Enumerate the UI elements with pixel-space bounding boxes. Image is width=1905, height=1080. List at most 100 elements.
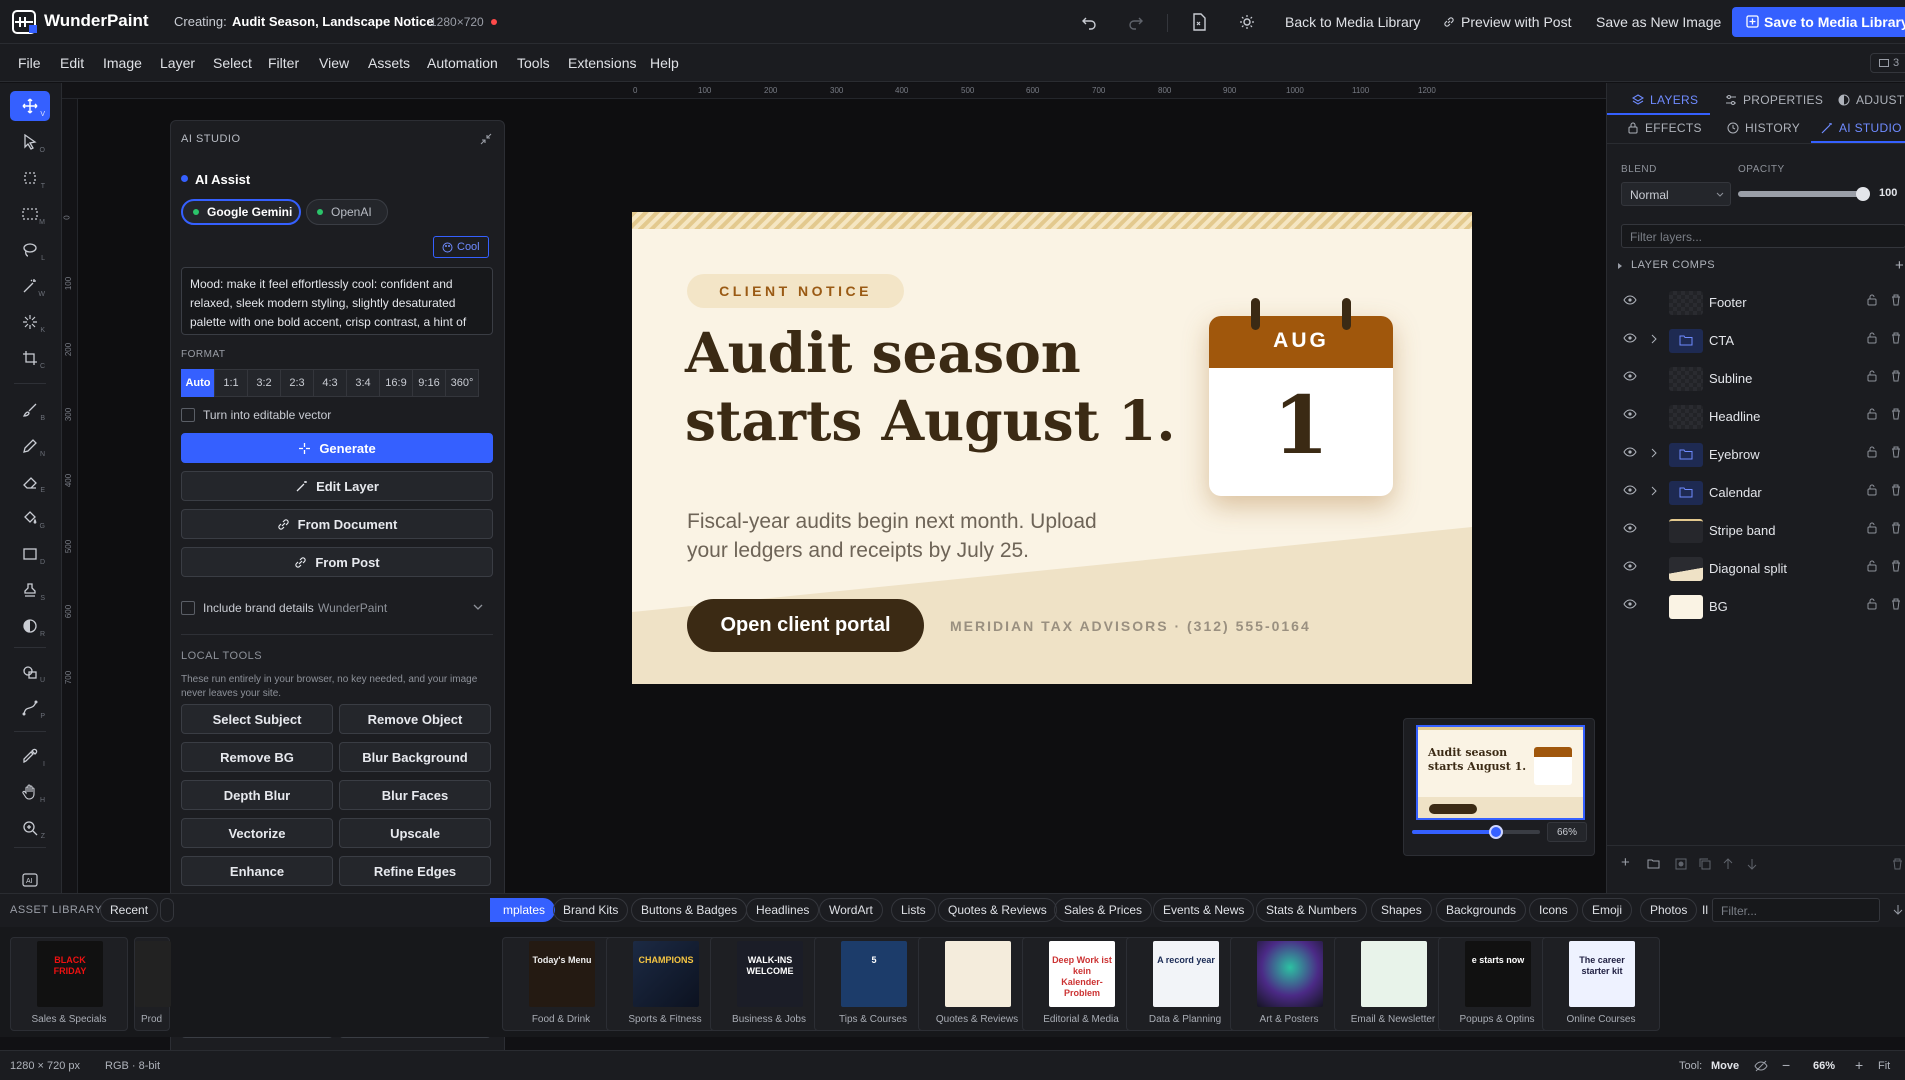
lock-icon[interactable] <box>1867 332 1877 344</box>
undo-icon[interactable] <box>1081 14 1097 30</box>
menu-filter[interactable]: Filter <box>268 55 299 71</box>
brush-tool[interactable]: B <box>10 395 50 425</box>
trash-icon[interactable] <box>1891 294 1901 306</box>
preview-with-post-button[interactable]: Preview with Post <box>1461 14 1571 30</box>
duplicate-icon[interactable] <box>1699 858 1711 870</box>
filter-layers-input[interactable]: Filter layers... <box>1621 224 1905 248</box>
asset-card-editorial-media[interactable]: Deep Work ist kein Kalender-Problem Edito… <box>1022 937 1140 1031</box>
edit-layer-button[interactable]: Edit Layer <box>181 471 493 501</box>
menu-select[interactable]: Select <box>213 55 252 71</box>
asset-card-popups-optins[interactable]: e starts now Popups & Optins <box>1438 937 1556 1031</box>
menu-assets[interactable]: Assets <box>368 55 410 71</box>
layer-row-headline[interactable]: Headline <box>1607 397 1905 435</box>
navigator-slider-handle[interactable] <box>1489 825 1504 839</box>
generate-button[interactable]: Generate <box>181 433 493 463</box>
visibility-eye-icon[interactable] <box>1623 561 1637 571</box>
chip-wordart[interactable]: WordArt <box>819 898 883 922</box>
crop-tool[interactable]: C <box>10 343 50 373</box>
menu-view[interactable]: View <box>319 55 349 71</box>
tab-properties[interactable]: PROPERTIES <box>1725 93 1823 107</box>
smart-select-tool[interactable]: K <box>10 307 50 337</box>
layer-row-footer[interactable]: Footer <box>1607 283 1905 321</box>
menu-extensions[interactable]: Extensions <box>568 55 636 71</box>
menu-automation[interactable]: Automation <box>427 55 498 71</box>
prompt-textarea[interactable]: Mood: make it feel effortlessly cool: co… <box>181 267 493 335</box>
local-tool-vectorize-button[interactable]: Vectorize <box>181 818 333 848</box>
chip-quotes-reviews[interactable]: Quotes & Reviews <box>938 898 1057 922</box>
fill-tool[interactable]: G <box>10 503 50 533</box>
chip-sales-prices[interactable]: Sales & Prices <box>1054 898 1153 922</box>
menu-tools[interactable]: Tools <box>517 55 550 71</box>
chip-templates[interactable]: mplates <box>490 898 556 922</box>
local-tool-remove-object-button[interactable]: Remove Object <box>339 704 491 734</box>
asset-card-email-newsletter[interactable]: Email & Newsletter <box>1334 937 1452 1031</box>
opacity-value[interactable]: 100 <box>1879 187 1897 199</box>
chevron-right-icon[interactable] <box>1651 486 1657 496</box>
crop-select-tool[interactable]: T <box>10 163 50 193</box>
chip-lists[interactable]: Lists <box>891 898 936 922</box>
asset-card-sports-fitness[interactable]: CHAMPIONS Sports & Fitness <box>606 937 724 1031</box>
lasso-tool[interactable]: L <box>10 235 50 265</box>
tab-ai-studio[interactable]: AI STUDIO <box>1811 111 1905 143</box>
asset-card-prod[interactable]: Prod <box>134 937 171 1031</box>
menu-file[interactable]: File <box>18 55 41 71</box>
format-3-2[interactable]: 3:2 <box>247 369 281 397</box>
lock-icon[interactable] <box>1867 294 1877 306</box>
asset-card-art-posters[interactable]: Art & Posters <box>1230 937 1348 1031</box>
collapse-panel-icon[interactable] <box>480 133 492 145</box>
provider-openai-button[interactable]: OpenAI <box>306 199 388 225</box>
fit-button[interactable]: Fit <box>1878 1060 1890 1072</box>
hand-tool[interactable]: H <box>10 777 50 807</box>
trash-icon[interactable] <box>1891 446 1901 458</box>
asset-card-quotes-reviews[interactable]: Quotes & Reviews <box>918 937 1036 1031</box>
local-tool-enhance-button[interactable]: Enhance <box>181 856 333 886</box>
lock-icon[interactable] <box>1867 522 1877 534</box>
asset-card-food-drink[interactable]: Today's Menu Food & Drink <box>502 937 620 1031</box>
visibility-off-icon[interactable] <box>1754 1060 1768 1072</box>
trash-icon[interactable] <box>1891 332 1901 344</box>
lock-icon[interactable] <box>1867 484 1877 496</box>
layer-comps-label[interactable]: LAYER COMPS <box>1631 259 1715 271</box>
pencil-tool[interactable]: N <box>10 431 50 461</box>
ai-tool[interactable]: AI <box>10 866 50 894</box>
lock-icon[interactable] <box>1867 598 1877 610</box>
rectangle-tool[interactable]: D <box>10 539 50 569</box>
download-icon[interactable] <box>1893 904 1903 916</box>
visibility-eye-icon[interactable] <box>1623 409 1637 419</box>
asset-card-data-planning[interactable]: A record year Data & Planning <box>1126 937 1244 1031</box>
asset-card-business-jobs[interactable]: WALK-INS WELCOME Business & Jobs <box>710 937 828 1031</box>
opacity-slider[interactable] <box>1738 187 1870 201</box>
local-tool-blur-background-button[interactable]: Blur Background <box>339 742 491 772</box>
eyedropper-tool[interactable]: I <box>10 741 50 771</box>
layer-row-calendar[interactable]: Calendar <box>1607 473 1905 511</box>
vector-checkbox[interactable] <box>181 408 195 422</box>
caret-right-icon[interactable] <box>1617 262 1623 270</box>
format-360[interactable]: 360° <box>445 369 479 397</box>
back-to-library-button[interactable]: Back to Media Library <box>1285 14 1420 30</box>
format-1-1[interactable]: 1:1 <box>214 369 248 397</box>
visibility-eye-icon[interactable] <box>1623 295 1637 305</box>
lock-icon[interactable] <box>1867 370 1877 382</box>
format-2-3[interactable]: 2:3 <box>280 369 314 397</box>
new-folder-icon[interactable] <box>1647 858 1660 869</box>
pen-tool[interactable]: P <box>10 693 50 723</box>
layer-row-diagonal-split[interactable]: Diagonal split <box>1607 549 1905 587</box>
design-canvas[interactable]: CLIENT NOTICE Audit season starts August… <box>632 212 1472 684</box>
chevron-right-icon[interactable] <box>1651 448 1657 458</box>
panels-toggle-button[interactable]: 3 <box>1870 53 1905 73</box>
chip-buttons-badges[interactable]: Buttons & Badges <box>631 898 748 922</box>
clone-stamp-tool[interactable]: S <box>10 575 50 605</box>
zoom-out-button[interactable]: − <box>1782 1057 1790 1073</box>
from-document-button[interactable]: From Document <box>181 509 493 539</box>
shape-tool[interactable]: U <box>10 657 50 687</box>
asset-card-sales-specials[interactable]: BLACK FRIDAY Sales & Specials <box>10 937 128 1031</box>
format-16-9[interactable]: 16:9 <box>379 369 413 397</box>
trash-icon[interactable] <box>1891 560 1901 572</box>
brand-details-checkbox[interactable] <box>181 601 195 615</box>
add-layer-icon[interactable]: + <box>1621 854 1630 871</box>
chip-backgrounds[interactable]: Backgrounds <box>1436 898 1527 922</box>
trash-icon[interactable] <box>1891 484 1901 496</box>
opacity-slider-handle[interactable] <box>1856 187 1870 201</box>
zoom-tool[interactable]: Z <box>10 813 50 843</box>
magic-wand-tool[interactable]: W <box>10 271 50 301</box>
